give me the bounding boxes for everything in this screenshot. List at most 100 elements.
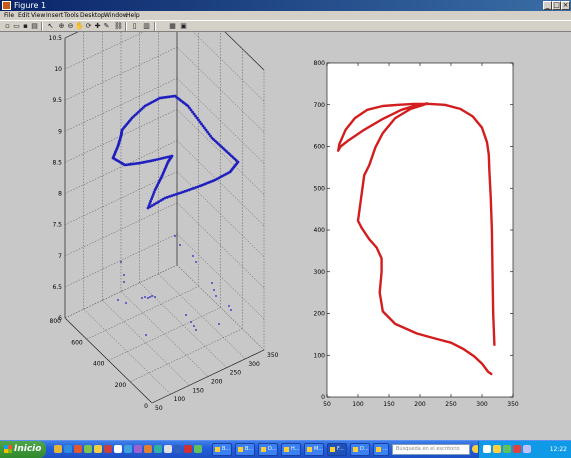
taskbar-button[interactable]: D... bbox=[350, 443, 370, 456]
task-label: F... bbox=[337, 446, 344, 452]
quicklaunch-app-icon[interactable] bbox=[164, 445, 172, 453]
menu-file[interactable]: File bbox=[4, 11, 14, 20]
scatter-point bbox=[193, 325, 195, 327]
quicklaunch-app-icon[interactable] bbox=[104, 445, 112, 453]
scatter-point bbox=[123, 281, 125, 283]
axes-3d-box bbox=[64, 32, 265, 404]
y-tick-label: 200 bbox=[314, 311, 326, 318]
scatter-point bbox=[147, 297, 149, 299]
scatter-point bbox=[190, 321, 192, 323]
menu-help[interactable]: Help bbox=[126, 11, 140, 20]
zoom-in-icon[interactable]: ⊕ bbox=[57, 22, 66, 31]
rotate-icon[interactable]: ⟳ bbox=[84, 22, 93, 31]
taskbar-button[interactable]: ... bbox=[373, 443, 389, 456]
y-tick-label: 100 bbox=[174, 396, 186, 403]
z-tick-label: 8 bbox=[58, 191, 62, 198]
menu-tools[interactable]: Tools bbox=[64, 11, 79, 20]
scatter-point bbox=[195, 261, 197, 263]
axes-2d-box bbox=[326, 62, 514, 398]
scatter-point bbox=[195, 329, 197, 331]
brush-icon[interactable]: ✎ bbox=[102, 22, 111, 31]
new-icon[interactable]: ▫ bbox=[3, 22, 12, 31]
plot-2d[interactable]: 50 100 150 200 250 300 350 0 100 200 300 400 500 600 7… bbox=[314, 60, 519, 408]
data-cursor-icon[interactable]: ✚ bbox=[93, 22, 102, 31]
scatter-point bbox=[154, 296, 156, 298]
grid-line bbox=[176, 202, 265, 288]
y-tick-label: 350 bbox=[267, 352, 279, 359]
scatter-point bbox=[211, 282, 213, 284]
y-tick-label: 300 bbox=[314, 269, 326, 276]
scatter-point bbox=[123, 274, 125, 276]
tray-network-icon[interactable] bbox=[483, 445, 491, 453]
desktop-search-input[interactable]: Búsqueda en el escritorio bbox=[392, 444, 470, 455]
window-title: Figure 1 bbox=[14, 1, 47, 10]
zoom-out-icon[interactable]: ⊖ bbox=[66, 22, 75, 31]
scatter-point bbox=[145, 334, 147, 336]
z-tick-label: 10.5 bbox=[49, 35, 63, 42]
taskbar-button[interactable]: B... bbox=[212, 443, 232, 456]
select-arrow-icon[interactable]: ↖ bbox=[46, 22, 55, 31]
start-button[interactable]: Inicio bbox=[0, 441, 46, 458]
tray-app-icon[interactable] bbox=[503, 445, 511, 453]
scatter-point bbox=[192, 255, 194, 257]
taskbar-button[interactable]: B... bbox=[235, 443, 255, 456]
scatter-point bbox=[117, 299, 119, 301]
quicklaunch-app-icon[interactable] bbox=[184, 445, 192, 453]
scatter-point bbox=[179, 244, 181, 246]
print-icon[interactable]: ▤ bbox=[30, 22, 39, 31]
grid-line bbox=[64, 317, 153, 404]
figure-canvas: 6 6.5 7 7.5 8 8.5 9 9.5 10 10.5 0 200 400 600 800 50 100… bbox=[0, 32, 571, 440]
task-app-icon bbox=[376, 447, 381, 452]
x-tick-label: 100 bbox=[352, 401, 364, 408]
pan-icon[interactable]: ✋ bbox=[75, 22, 84, 31]
menu-insert[interactable]: Insert bbox=[46, 11, 63, 20]
y-tick-label: 50 bbox=[155, 405, 163, 412]
plot-3d[interactable]: 66.577.588.599.51010.5020040060080050100… bbox=[49, 32, 279, 412]
x-tick-label: 0 bbox=[144, 403, 148, 410]
quicklaunch-app-icon[interactable] bbox=[154, 445, 162, 453]
quicklaunch-app-icon[interactable] bbox=[194, 445, 202, 453]
grid-line bbox=[120, 291, 209, 377]
quicklaunch-app-icon[interactable] bbox=[174, 445, 182, 453]
taskbar-button[interactable]: H... bbox=[281, 443, 301, 456]
grid-line bbox=[176, 47, 265, 133]
quicklaunch-firefox-icon[interactable] bbox=[74, 445, 82, 453]
close-button[interactable]: × bbox=[561, 1, 570, 10]
menu-view[interactable]: View bbox=[31, 11, 45, 20]
tray-volume-icon[interactable] bbox=[523, 445, 531, 453]
scatter-point bbox=[120, 261, 122, 263]
quicklaunch-ie-icon[interactable] bbox=[64, 445, 72, 453]
menu-edit[interactable]: Edit bbox=[18, 11, 30, 20]
start-label: Inicio bbox=[14, 444, 42, 454]
minimize-button[interactable]: _ bbox=[543, 1, 552, 10]
taskbar-button[interactable]: D... bbox=[258, 443, 278, 456]
hide-tools-icon[interactable]: ▦ bbox=[168, 22, 177, 31]
y-tick-label: 100 bbox=[314, 352, 326, 359]
quicklaunch-app-icon[interactable] bbox=[124, 445, 132, 453]
link-icon[interactable]: ⛓ bbox=[114, 22, 123, 31]
open-icon[interactable]: ▭ bbox=[12, 22, 21, 31]
show-tools-icon[interactable]: ▣ bbox=[179, 22, 188, 31]
toolbar-separator bbox=[41, 22, 43, 31]
taskbar-button[interactable]: M... bbox=[304, 443, 324, 456]
tray-security-icon[interactable] bbox=[493, 445, 501, 453]
quicklaunch-app-icon[interactable] bbox=[134, 445, 142, 453]
scatter-point bbox=[213, 289, 215, 291]
menu-desktop[interactable]: Desktop bbox=[80, 11, 105, 20]
maximize-button[interactable]: □ bbox=[552, 1, 561, 10]
scatter-point bbox=[149, 296, 151, 298]
menu-window[interactable]: Window bbox=[104, 11, 128, 20]
quicklaunch-folder-icon[interactable] bbox=[54, 445, 62, 453]
quicklaunch-app-icon[interactable] bbox=[114, 445, 122, 453]
legend-icon[interactable]: ▥ bbox=[142, 22, 151, 31]
scatter-point bbox=[125, 302, 127, 304]
quicklaunch-app-icon[interactable] bbox=[94, 445, 102, 453]
save-icon[interactable]: ▪ bbox=[21, 22, 30, 31]
taskbar-button-active[interactable]: F... bbox=[327, 443, 347, 456]
figure-toolbar: ▫ ▭ ▪ ▤ ↖ ⊕ ⊖ ✋ ⟳ ✚ ✎ ⛓ ▯ ▥ ▦ ▣ bbox=[0, 20, 571, 32]
quicklaunch-app-icon[interactable] bbox=[84, 445, 92, 453]
quicklaunch-app-icon[interactable] bbox=[144, 445, 152, 453]
tray-app-icon[interactable] bbox=[513, 445, 521, 453]
colorbar-icon[interactable]: ▯ bbox=[130, 22, 139, 31]
y-tick-label: 500 bbox=[314, 185, 326, 192]
